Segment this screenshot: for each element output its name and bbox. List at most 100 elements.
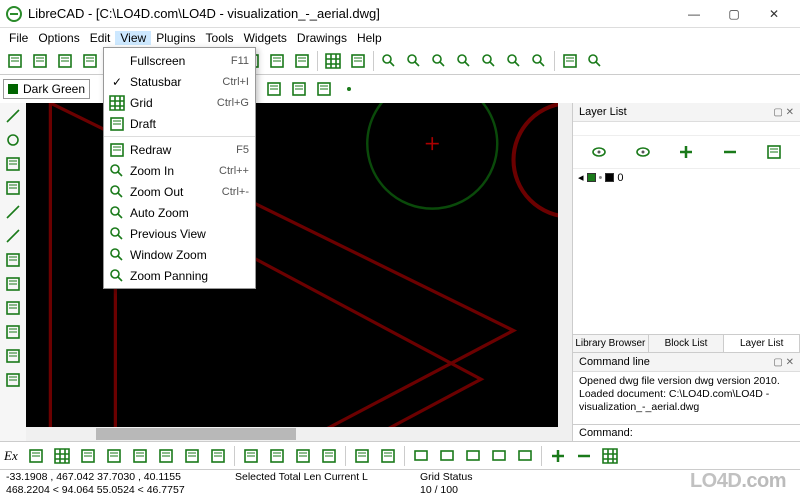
command-input[interactable]: [637, 427, 794, 439]
dimension-tool-icon[interactable]: [2, 297, 24, 319]
menu-drawings[interactable]: Drawings: [292, 31, 352, 45]
curve-icon[interactable]: [2, 153, 24, 175]
properties-icon[interactable]: [762, 140, 786, 164]
distance-snap-icon[interactable]: [180, 444, 204, 468]
restrict-ortho-icon[interactable]: [291, 444, 315, 468]
grid-snap-icon[interactable]: [50, 444, 74, 468]
menu-tools[interactable]: Tools: [201, 31, 239, 45]
horizontal-scrollbar[interactable]: [26, 427, 572, 441]
circle-icon[interactable]: [2, 129, 24, 151]
ruler-icon[interactable]: [346, 49, 370, 73]
paste-icon[interactable]: [290, 49, 314, 73]
relative-zero-icon[interactable]: [317, 444, 341, 468]
box-4-icon[interactable]: [487, 444, 511, 468]
menu-plugins[interactable]: Plugins: [151, 31, 200, 45]
maximize-button[interactable]: ▢: [714, 2, 754, 26]
spline-icon[interactable]: [2, 225, 24, 247]
vertical-scrollbar[interactable]: [558, 103, 572, 427]
endpoint-snap-icon[interactable]: [76, 444, 100, 468]
zoom-prev-icon[interactable]: [477, 49, 501, 73]
polyline-icon[interactable]: [2, 201, 24, 223]
copy-icon[interactable]: [265, 49, 289, 73]
hatch-icon[interactable]: [262, 77, 286, 101]
layer-list[interactable]: ◂•0: [573, 169, 800, 334]
visibility-icon[interactable]: ◂: [578, 171, 584, 184]
menu-item-zoom-panning[interactable]: Zoom Panning: [104, 265, 255, 286]
panel-controls[interactable]: ▢ ✕: [773, 107, 794, 118]
minus-icon[interactable]: [718, 140, 742, 164]
open-icon[interactable]: [53, 49, 77, 73]
tab-layer-list[interactable]: Layer List: [724, 335, 800, 352]
lock-rel-zero-icon[interactable]: [350, 444, 374, 468]
menu-file[interactable]: File: [4, 31, 33, 45]
menu-options[interactable]: Options: [33, 31, 84, 45]
close-button[interactable]: ✕: [754, 2, 794, 26]
command-line-title: Command line ▢ ✕: [573, 353, 800, 372]
zoom-redraw-icon[interactable]: [377, 49, 401, 73]
menu-item-zoom-out[interactable]: Zoom OutCtrl+-: [104, 181, 255, 202]
polygon-icon[interactable]: [2, 249, 24, 271]
select-rect-icon[interactable]: [2, 273, 24, 295]
grid-icon[interactable]: [321, 49, 345, 73]
image-icon[interactable]: [287, 77, 311, 101]
zoom-window-icon[interactable]: [502, 49, 526, 73]
restrict-v-icon[interactable]: [265, 444, 289, 468]
set-rel-zero-icon[interactable]: [376, 444, 400, 468]
zoom-auto-icon[interactable]: [452, 49, 476, 73]
dot-icon[interactable]: [337, 77, 361, 101]
menu-edit[interactable]: Edit: [85, 31, 116, 45]
modify-icon[interactable]: [2, 321, 24, 343]
grid-small-icon[interactable]: [598, 444, 622, 468]
menu-item-draft[interactable]: Draft: [104, 113, 255, 134]
zoom-pan-icon[interactable]: [527, 49, 551, 73]
new-icon[interactable]: [3, 49, 27, 73]
minus-small-icon[interactable]: [572, 444, 596, 468]
middle-snap-icon[interactable]: [154, 444, 178, 468]
panel-controls[interactable]: ▢ ✕: [773, 357, 794, 368]
ruler-v-icon[interactable]: [2, 369, 24, 391]
select-icon[interactable]: [558, 49, 582, 73]
intersection-snap-icon[interactable]: [206, 444, 230, 468]
point-tool-icon[interactable]: [312, 77, 336, 101]
plus-small-icon[interactable]: [546, 444, 570, 468]
menu-item-redraw[interactable]: RedrawF5: [104, 139, 255, 160]
eye-highlight-icon[interactable]: [587, 140, 611, 164]
menu-item-previous-view[interactable]: Previous View: [104, 223, 255, 244]
box-5-icon[interactable]: [513, 444, 537, 468]
zoom-in-icon[interactable]: [402, 49, 426, 73]
restrict-h-icon[interactable]: [239, 444, 263, 468]
menu-item-fullscreen[interactable]: FullscreenF11: [104, 50, 255, 71]
title-bar: LibreCAD - [C:\LO4D.com\LO4D - visualiza…: [0, 0, 800, 28]
menu-help[interactable]: Help: [352, 31, 387, 45]
save-icon[interactable]: [78, 49, 102, 73]
menu-item-zoom-in[interactable]: Zoom InCtrl++: [104, 160, 255, 181]
menu-item-window-zoom[interactable]: Window Zoom: [104, 244, 255, 265]
plus-icon[interactable]: [674, 140, 698, 164]
freeze-icon[interactable]: •: [599, 172, 603, 184]
minimize-button[interactable]: —: [674, 2, 714, 26]
box-1-icon[interactable]: [409, 444, 433, 468]
eye-icon[interactable]: [631, 140, 655, 164]
left-toolbox: [0, 103, 26, 441]
layer-selector[interactable]: Dark Green: [3, 79, 90, 99]
layer-row[interactable]: ◂•0: [573, 169, 800, 186]
zoom-out-icon[interactable]: [427, 49, 451, 73]
on-entity-snap-icon[interactable]: [102, 444, 126, 468]
tab-block-list[interactable]: Block List: [649, 335, 725, 352]
menu-view[interactable]: View: [115, 31, 151, 45]
redraw-icon: [108, 141, 126, 159]
menu-widgets[interactable]: Widgets: [239, 31, 292, 45]
menu-item-statusbar[interactable]: ✓StatusbarCtrl+I: [104, 71, 255, 92]
ellipse-icon[interactable]: [2, 177, 24, 199]
line-icon[interactable]: [2, 105, 24, 127]
center-snap-icon[interactable]: [128, 444, 152, 468]
measure-icon[interactable]: [2, 345, 24, 367]
box-3-icon[interactable]: [461, 444, 485, 468]
box-2-icon[interactable]: [435, 444, 459, 468]
menu-item-auto-zoom[interactable]: Auto Zoom: [104, 202, 255, 223]
menu-item-grid[interactable]: GridCtrl+G: [104, 92, 255, 113]
new-from-template-icon[interactable]: [28, 49, 52, 73]
tab-library-browser[interactable]: Library Browser: [573, 335, 649, 352]
zoom-arrowed-icon[interactable]: [583, 49, 607, 73]
free-snap-icon[interactable]: [24, 444, 48, 468]
